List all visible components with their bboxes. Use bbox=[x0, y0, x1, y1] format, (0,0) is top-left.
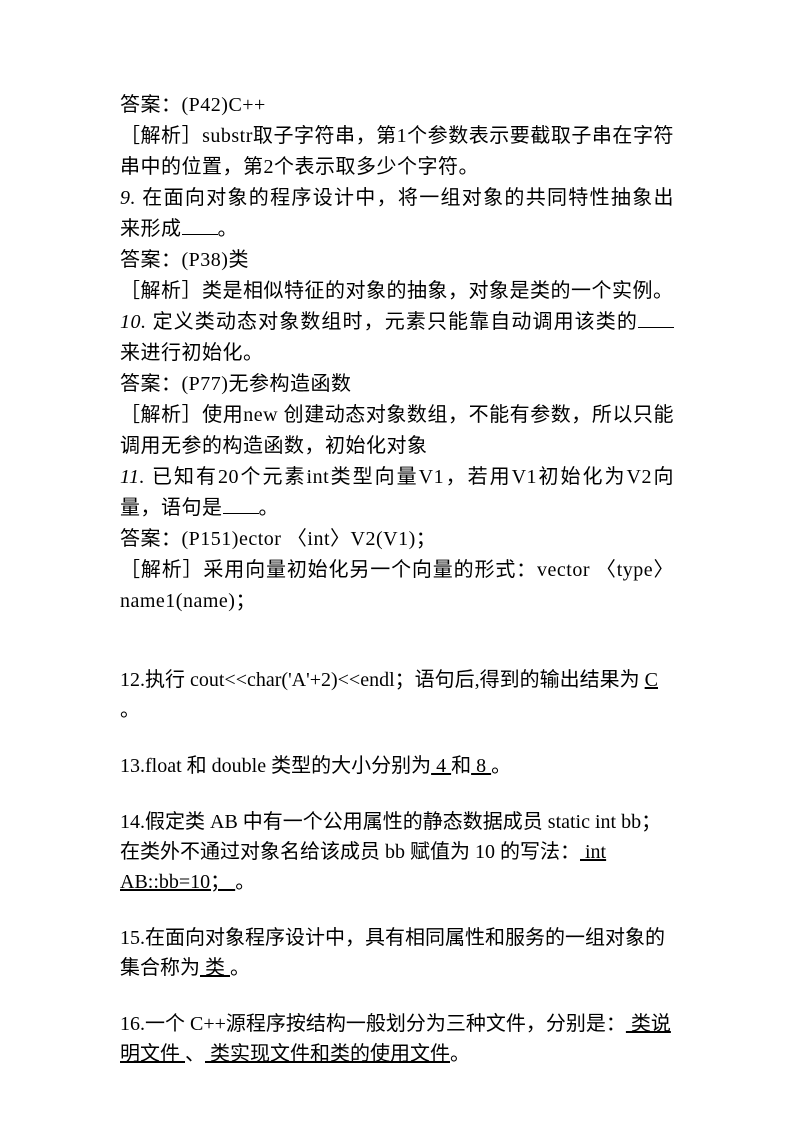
qnum-10: 10. bbox=[120, 311, 147, 333]
document-page: 答案：(P42)C++ ［解析］substr取子字符串，第1个参数表示要截取子串… bbox=[0, 0, 794, 1123]
qtext-10a: 定义类动态对象数组时，元素只能靠自动调用该类的 bbox=[147, 311, 639, 333]
question-12: 12.执行 cout<<char('A'+2)<<endl；语句后,得到的输出结… bbox=[120, 665, 674, 725]
qtext-9b: 。 bbox=[218, 218, 239, 240]
answer-8: 答案：(P42)C++ bbox=[120, 90, 674, 121]
qtext-9a: 在面向对象的程序设计中，将一组对象的共同特性抽象出来形成 bbox=[120, 187, 674, 240]
question-10: 10. 定义类动态对象数组时，元素只能靠自动调用该类的来进行初始化。 bbox=[120, 307, 674, 369]
blank-9 bbox=[182, 234, 218, 235]
answer-13-1: 4 bbox=[431, 755, 451, 777]
question-9: 9. 在面向对象的程序设计中，将一组对象的共同特性抽象出来形成。 bbox=[120, 183, 674, 245]
qtext-16a: 16.一个 C++源程序按结构一般划分为三种文件，分别是： bbox=[120, 1013, 626, 1035]
qtext-15b: 。 bbox=[230, 957, 250, 979]
answer-13-2: 8 bbox=[471, 755, 491, 777]
qtext-16m: 、 bbox=[185, 1043, 205, 1065]
qtext-13a: 13.float 和 double 类型的大小分别为 bbox=[120, 755, 431, 777]
qa-block-lower: 12.执行 cout<<char('A'+2)<<endl；语句后,得到的输出结… bbox=[120, 665, 674, 1069]
question-15: 15.在面向对象程序设计中，具有相同属性和服务的一组对象的集合称为 类 。 bbox=[120, 923, 674, 983]
qtext-13b: 。 bbox=[491, 755, 511, 777]
qtext-11b: 。 bbox=[259, 497, 280, 519]
qtext-12a: 12.执行 cout<<char('A'+2)<<endl；语句后,得到的输出结… bbox=[120, 669, 640, 691]
qnum-11: 11. bbox=[120, 466, 145, 488]
explain-8: ［解析］substr取子字符串，第1个参数表示要截取子串在字符串中的位置，第2个… bbox=[120, 121, 674, 183]
blank-11 bbox=[223, 513, 259, 514]
answer-16-2: 类实现文件和类的使用文件 bbox=[205, 1043, 450, 1065]
qtext-14b: 。 bbox=[235, 871, 255, 893]
qtext-16b: 。 bbox=[450, 1043, 470, 1065]
explain-11: ［解析］采用向量初始化另一个向量的形式：vector 〈type〉 name1(… bbox=[120, 555, 674, 617]
qtext-10b: 来进行初始化。 bbox=[120, 342, 264, 364]
answer-10: 答案：(P77)无参构造函数 bbox=[120, 369, 674, 400]
answer-12: C bbox=[645, 669, 658, 691]
answer-9: 答案：(P38)类 bbox=[120, 245, 674, 276]
answer-11: 答案：(P151)ector 〈int〉V2(V1)； bbox=[120, 524, 674, 555]
blank-10 bbox=[638, 327, 674, 328]
qtext-12b: 。 bbox=[120, 699, 140, 721]
explain-9: ［解析］类是相似特征的对象的抽象，对象是类的一个实例。 bbox=[120, 276, 674, 307]
question-13: 13.float 和 double 类型的大小分别为 4 和 8 。 bbox=[120, 751, 674, 781]
answer-15: 类 bbox=[200, 957, 230, 979]
qtext-13m: 和 bbox=[451, 755, 471, 777]
question-11: 11. 已知有20个元素int类型向量V1，若用V1初始化为V2向量，语句是。 bbox=[120, 462, 674, 524]
question-16: 16.一个 C++源程序按结构一般划分为三种文件，分别是： 类说明文件 、 类实… bbox=[120, 1009, 674, 1069]
qnum-9: 9. bbox=[120, 187, 136, 209]
qtext-11a: 已知有20个元素int类型向量V1，若用V1初始化为V2向量，语句是 bbox=[120, 466, 674, 519]
qa-block-upper: 答案：(P42)C++ ［解析］substr取子字符串，第1个参数表示要截取子串… bbox=[120, 90, 674, 617]
explain-10: ［解析］使用new 创建动态对象数组，不能有参数，所以只能调用无参的构造函数，初… bbox=[120, 400, 674, 462]
question-14: 14.假定类 AB 中有一个公用属性的静态数据成员 static int bb；… bbox=[120, 807, 674, 897]
